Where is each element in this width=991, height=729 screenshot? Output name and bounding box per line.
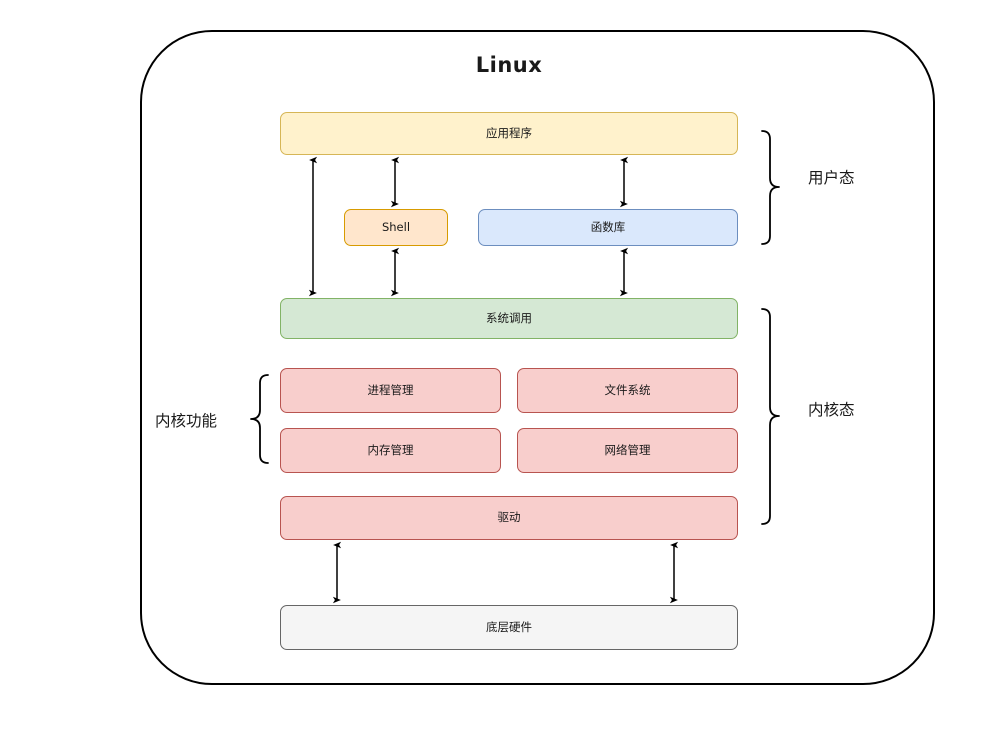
label-user-mode: 用户态 [808,169,855,187]
node-file-system[interactable]: 文件系统 [517,368,738,413]
node-label: 文件系统 [604,382,651,397]
node-label: 底层硬件 [486,619,532,634]
node-shell[interactable]: Shell [344,209,448,246]
label-kernel-functions: 内核功能 [155,412,218,430]
node-process-management[interactable]: 进程管理 [280,368,501,413]
node-label: 网络管理 [604,442,651,457]
node-hardware[interactable]: 底层硬件 [280,605,738,650]
node-system-call[interactable]: 系统调用 [280,298,738,339]
node-library[interactable]: 函数库 [478,209,738,246]
node-network-management[interactable]: 网络管理 [517,428,738,473]
diagram-canvas: Linux 应用程序 Shell 函数库 系统调用 进程管理 文件系统 内存管理… [0,0,991,729]
node-driver[interactable]: 驱动 [280,496,738,540]
node-label: 应用程序 [486,125,532,140]
node-memory-management[interactable]: 内存管理 [280,428,501,473]
node-label: Shell [381,219,411,234]
page-title: Linux [475,53,543,77]
node-label: 驱动 [497,510,521,525]
node-label: 内存管理 [367,442,414,457]
node-label: 进程管理 [367,382,414,397]
node-label: 系统调用 [486,310,532,325]
node-application[interactable]: 应用程序 [280,112,738,155]
node-label: 函数库 [590,219,626,234]
label-kernel-mode: 内核态 [808,401,855,419]
